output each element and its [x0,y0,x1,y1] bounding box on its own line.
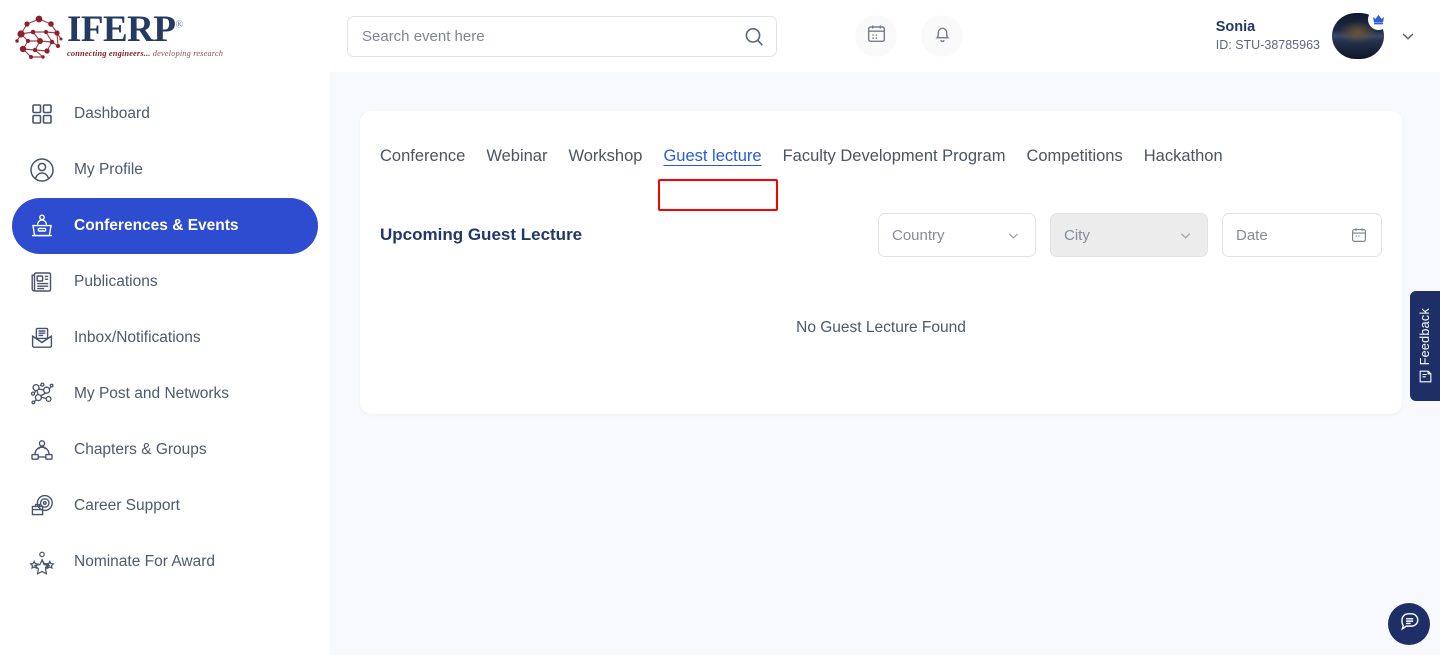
sidebar-item-conferences-events[interactable]: Conferences & Events [12,198,318,254]
chat-support-button[interactable] [1388,603,1430,645]
bell-icon [932,23,953,49]
crown-icon [1368,9,1389,30]
envelope-icon [22,325,62,351]
user-menu[interactable]: Sonia ID: STU-38785963 [1216,9,1418,59]
tab-webinar[interactable]: Webinar [486,144,547,169]
search-icon[interactable] [743,26,765,48]
events-card: Conference Webinar Workshop Guest lectur… [360,111,1402,414]
avatar[interactable] [1332,9,1389,59]
top-header: Sonia ID: STU-38785963 [330,0,1440,72]
feedback-tab[interactable]: Feedback [1410,291,1440,401]
chat-bubble-icon [1398,610,1421,638]
notifications-button[interactable] [921,15,963,57]
sidebar-nav: Dashboard My Profile Conferences & Event… [0,86,330,590]
search-input[interactable] [348,16,728,56]
date-filter-label: Date [1236,226,1268,244]
sidebar-item-my-post-and-networks[interactable]: My Post and Networks [12,366,318,422]
calendar-button[interactable] [855,15,897,57]
date-filter[interactable]: Date [1222,213,1382,257]
award-stars-icon [22,549,62,575]
chevron-down-icon [1005,227,1022,244]
tab-competitions[interactable]: Competitions [1026,144,1122,169]
sidebar-item-label: Career Support [74,497,180,514]
sidebar-item-label: Conferences & Events [74,217,239,234]
page-title: Upcoming Guest Lecture [380,225,583,244]
filter-row: Upcoming Guest Lecture Country City Date [360,213,1402,257]
sidebar-item-my-profile[interactable]: My Profile [12,142,318,198]
user-info: Sonia ID: STU-38785963 [1216,18,1320,54]
feedback-label: Feedback [1418,307,1432,366]
chevron-down-icon[interactable] [1398,26,1418,46]
tab-workshop[interactable]: Workshop [568,144,642,169]
active-tab-highlight-box [658,179,778,211]
sidebar-item-label: Nominate For Award [74,553,215,570]
sidebar-item-chapters-groups[interactable]: Chapters & Groups [12,422,318,478]
iferp-molecule-icon [12,10,66,62]
grid-icon [22,102,62,126]
empty-state-message: No Guest Lecture Found [796,319,966,336]
sidebar-item-label: My Profile [74,161,143,178]
tab-hackathon[interactable]: Hackathon [1144,144,1223,169]
registered-mark: ® [175,19,184,31]
briefcase-target-icon [22,493,62,519]
city-filter[interactable]: City [1050,213,1208,257]
network-icon [22,381,62,407]
main-content: Conference Webinar Workshop Guest lectur… [330,72,1440,655]
search-box[interactable] [347,15,777,57]
tab-conference[interactable]: Conference [380,144,465,169]
sidebar: IFERP® connecting engineers... developin… [0,0,330,655]
brand-name: IFERP® [67,9,184,50]
user-name: Sonia [1215,18,1256,35]
user-id: ID: STU-38785963 [1215,38,1320,53]
sidebar-item-nominate-for-award[interactable]: Nominate For Award [12,534,318,590]
city-filter-label: City [1064,226,1090,244]
sidebar-item-label: My Post and Networks [74,385,230,402]
tab-faculty-development-program[interactable]: Faculty Development Program [783,144,1006,169]
newspaper-icon [22,269,62,295]
sidebar-item-label: Chapters & Groups [74,441,207,458]
sidebar-item-inbox-notifications[interactable]: Inbox/Notifications [12,310,318,366]
user-circle-icon [22,157,62,183]
sidebar-item-label: Dashboard [74,105,150,122]
group-icon [22,437,62,463]
feedback-note-icon [1418,369,1433,384]
sidebar-item-dashboard[interactable]: Dashboard [12,86,318,142]
brand-logo[interactable]: IFERP® connecting engineers... developin… [0,0,330,72]
calendar-icon [1350,226,1368,244]
sidebar-item-publications[interactable]: Publications [12,254,318,310]
event-type-tabs: Conference Webinar Workshop Guest lectur… [360,111,1402,169]
sidebar-item-label: Publications [74,273,158,290]
tab-guest-lecture[interactable]: Guest lecture [663,144,761,169]
sidebar-item-career-support[interactable]: Career Support [12,478,318,534]
podium-icon [22,212,62,240]
filters: Country City Date [878,213,1382,257]
brand-tagline: connecting engineers... developing resea… [67,49,224,59]
country-filter[interactable]: Country [878,213,1036,257]
country-filter-label: Country [892,226,945,244]
calendar-icon [866,23,887,49]
sidebar-item-label: Inbox/Notifications [74,329,201,346]
chevron-down-icon [1177,227,1194,244]
